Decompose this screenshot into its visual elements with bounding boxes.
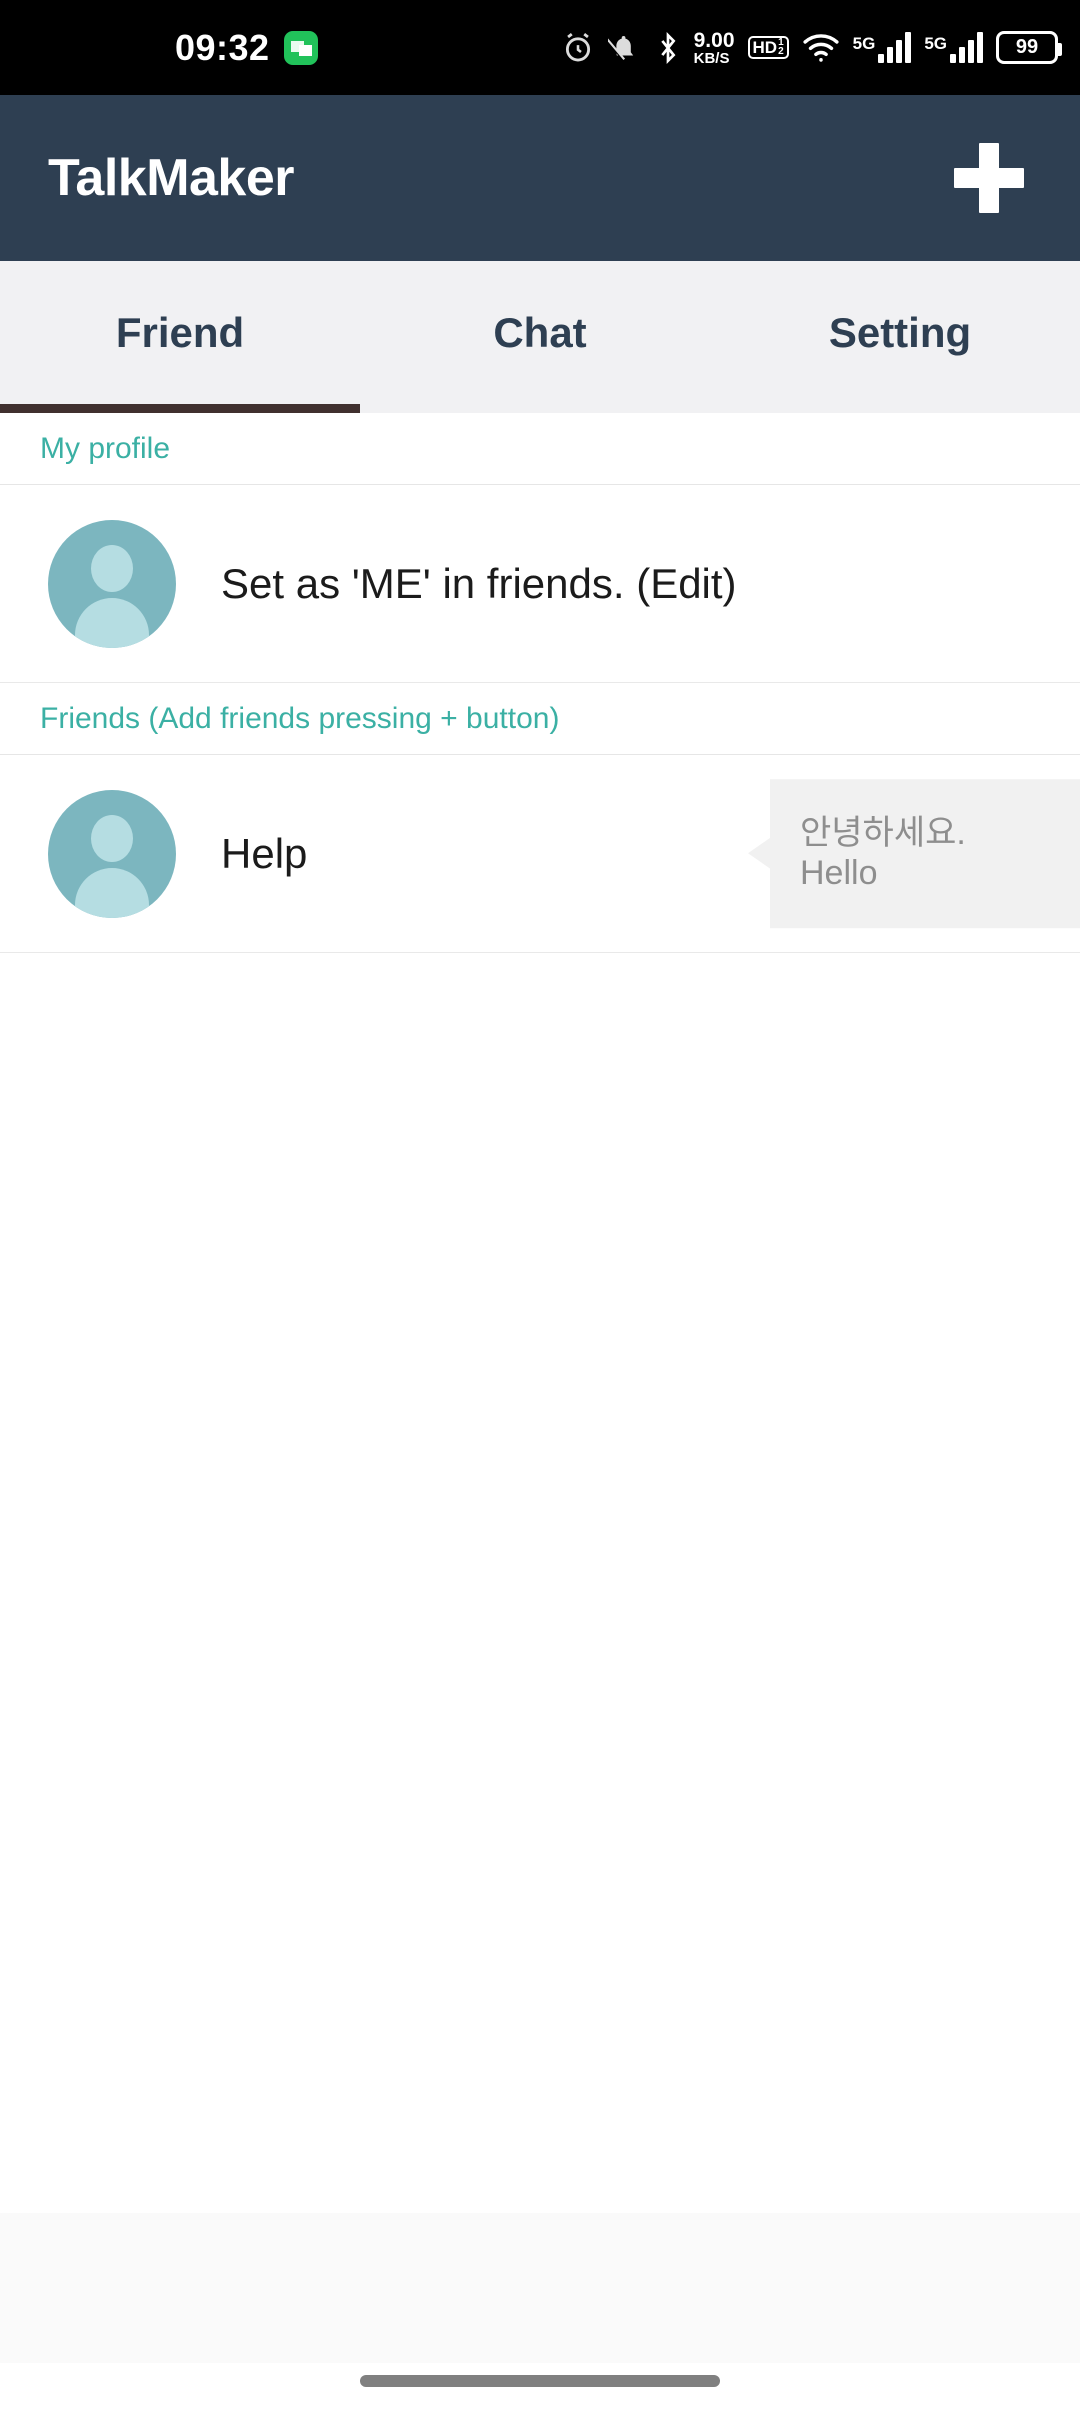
avatar — [48, 519, 176, 648]
tab-chat[interactable]: Chat — [360, 261, 720, 413]
battery-indicator: 99 — [996, 31, 1062, 64]
network-speed-value: 9.00 — [693, 28, 735, 52]
tab-setting[interactable]: Setting — [720, 261, 1080, 413]
network-speed-unit: KB/S — [693, 49, 730, 67]
bell-muted-icon — [607, 31, 642, 65]
phone-screen: 09:32 9.00 KB/S HD 1 2 5G 5G 99 TalkMake… — [0, 0, 1080, 2412]
friend-list: My profile Set as 'ME' in friends. (Edit… — [0, 413, 1080, 2213]
add-friend-button[interactable] — [946, 135, 1032, 221]
wifi-icon — [802, 32, 840, 64]
status-bar-right: 9.00 KB/S HD 1 2 5G 5G 99 — [561, 30, 1062, 66]
sim1-signal-bars — [878, 32, 912, 63]
sim1-network-type: 5G — [852, 34, 876, 53]
system-navigation-bar — [0, 2363, 1080, 2412]
app-title: TalkMaker — [48, 149, 295, 207]
status-message-bubble: 안녕하세요. Hello — [770, 778, 1080, 929]
home-gesture-pill[interactable] — [360, 2374, 720, 2387]
hd-voice-icon: HD 1 2 — [747, 36, 789, 59]
tab-bar: Friend Chat Setting — [0, 261, 1080, 413]
list-item[interactable]: Set as 'ME' in friends. (Edit) — [0, 485, 1080, 683]
list-item[interactable]: Help 안녕하세요. Hello — [0, 755, 1080, 953]
chat-message-icon — [283, 30, 318, 65]
tab-friend[interactable]: Friend — [0, 261, 360, 413]
bottom-band — [0, 2213, 1080, 2363]
section-header-friends: Friends (Add friends pressing + button) — [0, 683, 1080, 755]
status-bar: 09:32 9.00 KB/S HD 1 2 5G 5G 99 — [0, 0, 1080, 95]
alarm-clock-icon — [561, 31, 595, 65]
network-speed-indicator: 9.00 KB/S — [694, 30, 735, 66]
hd-label: HD — [752, 38, 778, 57]
sim2-network-type: 5G — [924, 34, 947, 53]
status-bar-left: 09:32 — [175, 26, 318, 68]
list-item-label: Help — [221, 829, 308, 877]
app-bar: TalkMaker — [0, 95, 1080, 261]
status-bar-clock: 09:32 — [175, 26, 270, 68]
section-header-my-profile: My profile — [0, 413, 1080, 485]
sim1-signal-indicator: 5G — [853, 32, 912, 63]
sim2-signal-bars — [950, 32, 983, 63]
hd-sub: 2 — [778, 45, 784, 57]
list-item-label: Set as 'ME' in friends. (Edit) — [221, 559, 737, 607]
bluetooth-icon — [655, 31, 681, 65]
avatar — [48, 789, 176, 918]
sim2-signal-indicator: 5G — [924, 32, 983, 63]
